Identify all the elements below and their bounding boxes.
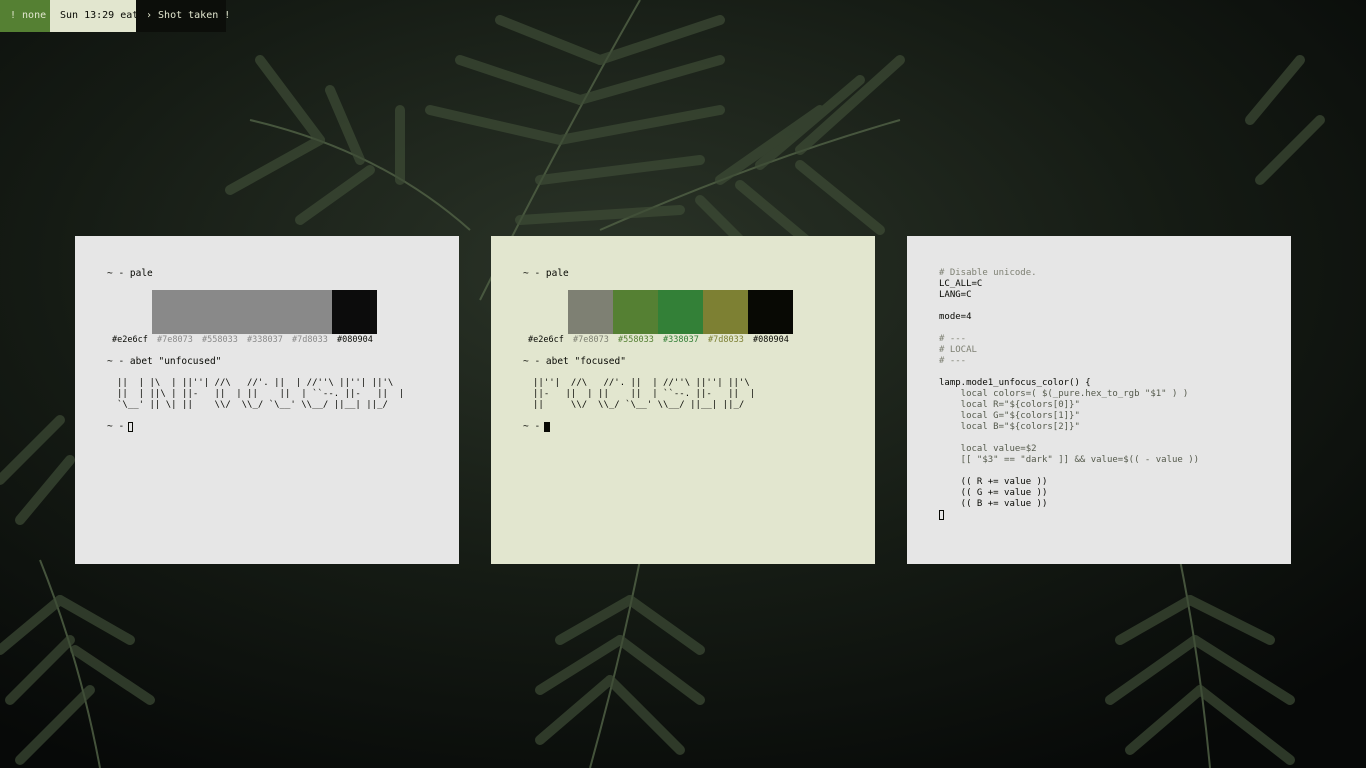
shell-prompt: ~ - xyxy=(107,421,134,432)
prompt-abet: ~ - abet "focused" xyxy=(523,356,626,367)
code-line: (( G += value )) xyxy=(939,488,1048,498)
code-line: # LOCAL xyxy=(939,345,977,355)
terminal-window-focused[interactable]: ~ - pale #e2e6cf #7e8073 #558033 #338037… xyxy=(491,236,875,564)
prompt-pale: ~ - pale xyxy=(107,268,153,279)
color-swatches xyxy=(152,290,377,334)
code-line: local colors=( $(_pure.hex_to_rgb "$1" )… xyxy=(939,389,1189,399)
swatch-3 xyxy=(242,290,287,334)
code-line: (( R += value )) xyxy=(939,477,1048,487)
swatch-label: #558033 xyxy=(202,335,238,345)
ascii-art-line: || \\/ \\_/ `\__' \\__/ ||__| ||_/ xyxy=(533,400,745,410)
swatch-1 xyxy=(152,290,197,334)
ascii-art-line: || | |\ | ||''| //\ //'. || | //''\ ||''… xyxy=(117,378,394,388)
status-bar: ! none Sun 13:29 eat › Shot taken ! xyxy=(0,0,230,32)
shell-prompt: ~ - xyxy=(523,421,551,432)
ascii-art-line: ||''| //\ //'. || | //''\ ||''| ||'\ xyxy=(533,378,750,388)
swatch-1 xyxy=(568,290,613,334)
swatch-labels: #e2e6cf #7e8073 #558033 #338037 #7d8033 … xyxy=(528,335,798,345)
swatch-4 xyxy=(287,290,332,334)
clock: Sun 13:29 eat xyxy=(50,0,138,32)
ascii-art-line: || | ||\ | ||- || | || || | ``--. ||- ||… xyxy=(117,389,405,399)
status-message: › Shot taken ! xyxy=(136,0,230,32)
swatch-4 xyxy=(703,290,748,334)
code-line: # Disable unicode. xyxy=(939,268,1037,278)
swatch-label: #7d8033 xyxy=(708,335,744,345)
swatch-label: #7d8033 xyxy=(292,335,328,345)
swatch-5 xyxy=(332,290,377,334)
code-line: local B="${colors[2]}" xyxy=(939,422,1080,432)
code-line: lamp.mode1_unfocus_color() { xyxy=(939,378,1091,388)
swatch-label: #7e8073 xyxy=(157,335,193,345)
code-line: # --- xyxy=(939,356,967,366)
prompt-pale: ~ - pale xyxy=(523,268,569,279)
cursor-icon xyxy=(939,510,944,520)
swatch-label: #338037 xyxy=(663,335,699,345)
code-line: # --- xyxy=(939,334,967,344)
swatch-label: #e2e6cf xyxy=(112,335,148,345)
swatch-2 xyxy=(197,290,242,334)
swatch-3 xyxy=(658,290,703,334)
cursor-icon xyxy=(128,421,134,432)
swatch-2 xyxy=(613,290,658,334)
ascii-art: || | |\ | ||''| //\ //'. || | //''\ ||''… xyxy=(117,378,404,411)
code-line: (( B += value )) xyxy=(939,499,1048,509)
code-line: local value=$2 xyxy=(939,444,1037,454)
swatch-label: #e2e6cf xyxy=(528,335,564,345)
prompt-text: ~ - xyxy=(107,421,125,432)
code-line: LANG=C xyxy=(939,290,972,300)
code-line: [[ "$3" == "dark" ]] && value=$(( - valu… xyxy=(939,455,1200,465)
editor-cursor xyxy=(939,510,1199,521)
swatch-labels: #e2e6cf #7e8073 #558033 #338037 #7d8033 … xyxy=(112,335,382,345)
code-line: local R="${colors[0]}" xyxy=(939,400,1080,410)
swatch-label: #7e8073 xyxy=(573,335,609,345)
ascii-art-line: `\__' || \| || \\/ \\_/ `\__' \\__/ ||__… xyxy=(117,400,388,410)
ascii-art: ||''| //\ //'. || | //''\ ||''| ||'\ ||-… xyxy=(533,378,755,411)
swatch-label: #080904 xyxy=(753,335,789,345)
code-line: LC_ALL=C xyxy=(939,279,983,289)
ascii-art-line: ||- || | || || | ``--. ||- || | xyxy=(533,389,756,399)
editor-window[interactable]: # Disable unicode. LC_ALL=C LANG=C mode=4 # … xyxy=(907,236,1291,564)
prompt-text: ~ - xyxy=(523,421,541,432)
swatch-label: #338037 xyxy=(247,335,283,345)
terminal-window-unfocused[interactable]: ~ - pale #e2e6cf #7e8073 #558033 #338037… xyxy=(75,236,459,564)
swatch-label: #558033 xyxy=(618,335,654,345)
swatch-5 xyxy=(748,290,793,334)
color-swatches xyxy=(568,290,793,334)
code-line: mode=4 xyxy=(939,312,972,322)
code-line: local G="${colors[1]}" xyxy=(939,411,1080,421)
swatch-label: #080904 xyxy=(337,335,373,345)
tag-indicator[interactable]: ! none xyxy=(0,0,50,32)
code-view: # Disable unicode. LC_ALL=C LANG=C mode=4 # … xyxy=(939,268,1199,521)
prompt-abet: ~ - abet "unfocused" xyxy=(107,356,222,367)
cursor-icon xyxy=(544,421,551,432)
